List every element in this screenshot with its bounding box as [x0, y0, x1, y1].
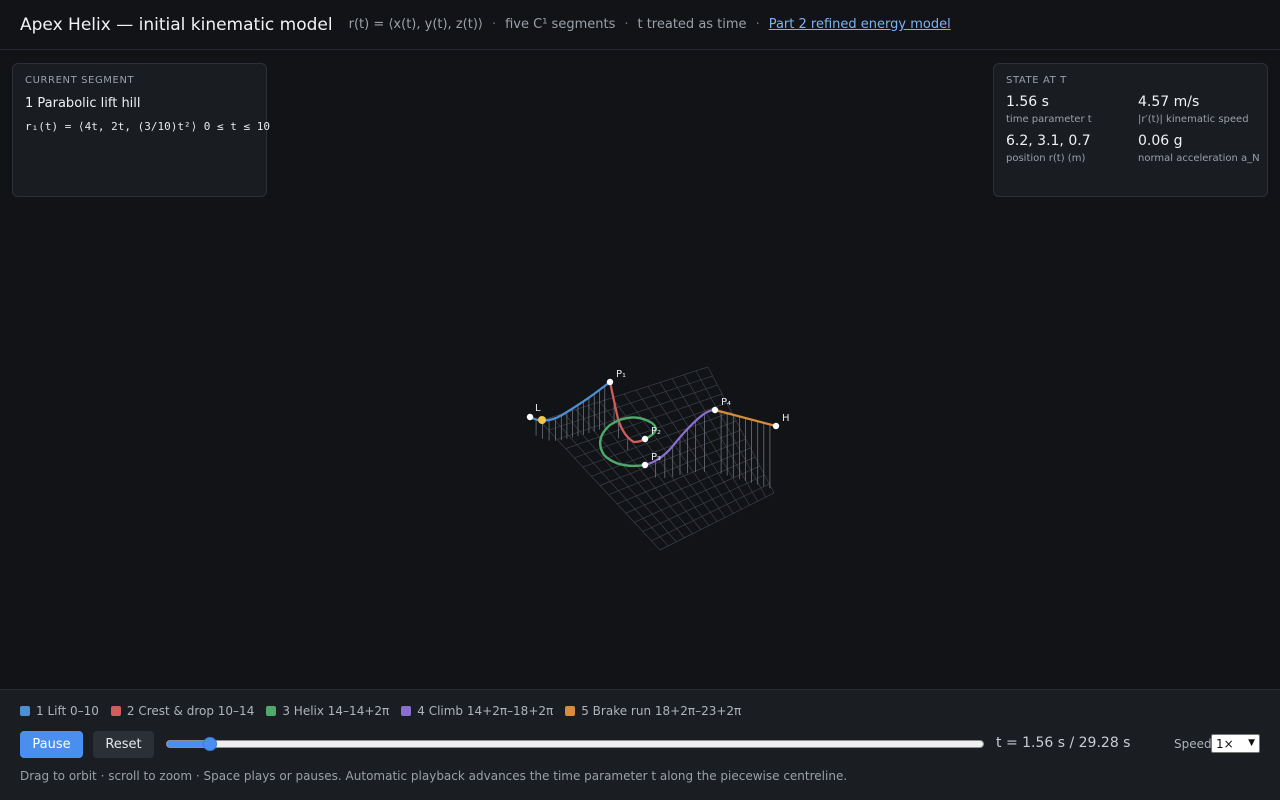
- segments-note: five C¹ segments: [505, 17, 616, 32]
- separator: ·: [755, 17, 760, 32]
- legend-item-drop: 2 Crest & drop 10–14: [110, 704, 255, 718]
- stat-speed: 4.57 m/s |r′(t)| kinematic speed: [1138, 94, 1263, 125]
- legend-label: 5 Brake run 18+2π–23+2π: [581, 704, 742, 718]
- speed-select[interactable]: 1× ▼: [1211, 734, 1260, 753]
- parametrization-note: r(t) = ⟨x(t), y(t), z(t)⟩: [348, 17, 483, 32]
- stat-value: 1.56 s: [1006, 94, 1049, 110]
- grid-line: [599, 429, 742, 486]
- legend-swatch: [565, 706, 576, 716]
- reset-button[interactable]: Reset: [93, 731, 154, 758]
- legend-item-lift: 1 Lift 0–10: [20, 704, 99, 718]
- legend-label: 3 Helix 14–14+2π: [282, 704, 390, 718]
- stat-accel: 0.06 g normal acceleration a_N: [1138, 133, 1263, 164]
- separator: ·: [624, 17, 629, 32]
- panel-label: CURRENT SEGMENT: [25, 75, 135, 86]
- label-H: H: [782, 413, 790, 424]
- segment-name: 1 Parabolic lift hill: [25, 96, 141, 111]
- part2-link[interactable]: Part 2 refined energy model: [769, 17, 951, 32]
- help-text: Drag to orbit · scroll to zoom · Space p…: [20, 769, 848, 783]
- legend-item-helix: 3 Helix 14–14+2π: [266, 704, 389, 718]
- chevron-down-icon: ▼: [1248, 738, 1255, 748]
- lift-segment: [529, 381, 611, 422]
- point-H: [772, 422, 780, 430]
- page-title: Apex Helix — initial kinematic model: [20, 14, 333, 35]
- legend-swatch: [266, 706, 277, 716]
- grid-line: [617, 447, 751, 505]
- grid-line: [634, 465, 761, 523]
- slider-track: [166, 740, 984, 748]
- current-segment-panel: CURRENT SEGMENT 1 Parabolic lift hill r₁…: [12, 63, 271, 197]
- grid-line: [635, 389, 726, 518]
- time-readout: t = 1.56 s / 29.28 s: [996, 735, 1131, 751]
- slider-thumb[interactable]: [202, 737, 217, 751]
- label-P2: P₂: [651, 426, 661, 437]
- stat-label: |r′(t)| kinematic speed: [1138, 114, 1249, 125]
- label-L: L: [535, 403, 541, 414]
- control-bar: 1 Lift 0–10 2 Crest & drop 10–14 3 Helix…: [0, 689, 1280, 800]
- label-P1: P₁: [616, 369, 626, 380]
- label-P3: P₃: [651, 452, 661, 463]
- panel-label: STATE AT T: [1006, 75, 1067, 86]
- pause-button[interactable]: Pause: [20, 731, 83, 758]
- legend-label: 1 Lift 0–10: [36, 704, 99, 718]
- time-slider[interactable]: [166, 737, 984, 751]
- legend-item-climb: 4 Climb 14+2π–18+2π: [401, 704, 553, 718]
- cart-marker: [538, 416, 546, 424]
- point-P3: [641, 461, 649, 469]
- stat-value: 6.2, 3.1, 0.7: [1006, 133, 1091, 149]
- time-note: t treated as time: [637, 17, 747, 32]
- state-panel: STATE AT T 1.56 s time parameter t 4.57 …: [993, 63, 1268, 197]
- legend-swatch: [401, 706, 412, 716]
- point-P4: [711, 406, 719, 414]
- stat-value: 4.57 m/s: [1138, 94, 1200, 110]
- crest-drop-segment: [608, 381, 646, 444]
- grid-line: [642, 474, 765, 532]
- legend-item-brake: 5 Brake run 18+2π–23+2π: [565, 704, 741, 718]
- stat-position: 6.2, 3.1, 0.7 position r(t) (m): [1006, 133, 1138, 164]
- stat-label: position r(t) (m): [1006, 153, 1086, 164]
- grid-line: [659, 492, 775, 551]
- point-P2: [641, 435, 649, 443]
- legend-swatch: [20, 706, 30, 716]
- speed-label: Speed: [1174, 737, 1212, 751]
- point-P1: [606, 378, 614, 386]
- legend-label: 4 Climb 14+2π–18+2π: [417, 704, 554, 718]
- label-P4: P₄: [721, 397, 731, 408]
- header: Apex Helix — initial kinematic model r(t…: [0, 0, 1280, 50]
- point-L: [526, 413, 534, 421]
- stat-time: 1.56 s time parameter t: [1006, 94, 1138, 125]
- speed-value: 1×: [1216, 736, 1234, 751]
- separator: ·: [491, 17, 497, 32]
- grid-line: [651, 483, 770, 542]
- legend-swatch: [110, 706, 121, 716]
- segment-equation: r₁(t) = ⟨4t, 2t, (3/10)t²⟩ 0 ≤ t ≤ 10: [25, 120, 271, 133]
- legend-label: 2 Crest & drop 10–14: [126, 704, 255, 718]
- track-supports: [535, 385, 771, 489]
- stat-label: normal acceleration a_N: [1138, 153, 1260, 164]
- stat-value: 0.06 g: [1138, 133, 1183, 149]
- segment-legend: 1 Lift 0–10 2 Crest & drop 10–14 3 Helix…: [20, 704, 753, 718]
- stat-label: time parameter t: [1006, 114, 1092, 125]
